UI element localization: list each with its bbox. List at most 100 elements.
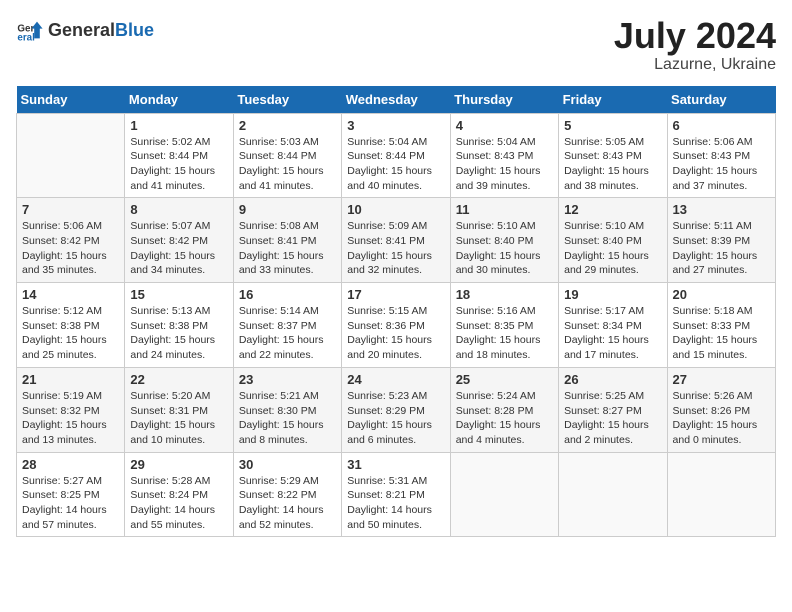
day-info: Sunrise: 5:20 AMSunset: 8:31 PMDaylight:… (130, 389, 227, 448)
logo: Gen eral General Blue (16, 16, 154, 44)
table-row (17, 113, 125, 198)
table-row: 6Sunrise: 5:06 AMSunset: 8:43 PMDaylight… (667, 113, 775, 198)
table-row: 18Sunrise: 5:16 AMSunset: 8:35 PMDayligh… (450, 283, 558, 368)
table-row: 23Sunrise: 5:21 AMSunset: 8:30 PMDayligh… (233, 367, 341, 452)
table-row: 22 Sunrise: 5:20 AMSunset: 8:31 PMDayligh… (125, 367, 233, 452)
day-number: 15 (130, 287, 227, 302)
day-number: 24 (347, 372, 444, 387)
day-number: 23 (239, 372, 336, 387)
col-tuesday: Tuesday (233, 86, 341, 114)
table-row: 27 Sunrise: 5:26 AMSunset: 8:26 PMDayligh… (667, 367, 775, 452)
col-monday: Monday (125, 86, 233, 114)
table-row: 11 Sunrise: 5:10 AMSunset: 8:40 PMDayligh… (450, 198, 558, 283)
table-row: 25 Sunrise: 5:24 AMSunset: 8:28 PMDayligh… (450, 367, 558, 452)
table-row: 30 Sunrise: 5:29 AMSunset: 8:22 PMDayligh… (233, 452, 341, 537)
day-info: Sunrise: 5:04 AMSunset: 8:43 PMDaylight:… (456, 135, 553, 194)
table-row: 4 Sunrise: 5:04 AMSunset: 8:43 PMDaylight… (450, 113, 558, 198)
day-number: 26 (564, 372, 661, 387)
day-info: Sunrise: 5:16 AMSunset: 8:35 PMDaylight:… (456, 304, 553, 363)
location-title: Lazurne, Ukraine (614, 56, 776, 74)
day-info: Sunrise: 5:23 AMSunset: 8:29 PMDaylight:… (347, 389, 444, 448)
day-info: Sunrise: 5:26 AMSunset: 8:26 PMDaylight:… (673, 389, 770, 448)
table-row: 21 Sunrise: 5:19 AMSunset: 8:32 PMDayligh… (17, 367, 125, 452)
table-row: 10 Sunrise: 5:09 AMSunset: 8:41 PMDayligh… (342, 198, 450, 283)
day-info: Sunrise: 5:08 AMSunset: 8:41 PMDaylight:… (239, 219, 336, 278)
col-sunday: Sunday (17, 86, 125, 114)
day-number: 25 (456, 372, 553, 387)
table-row (450, 452, 558, 537)
day-info: Sunrise: 5:07 AMSunset: 8:42 PMDaylight:… (130, 219, 227, 278)
day-info: Sunrise: 5:15 AMSunset: 8:36 PMDaylight:… (347, 304, 444, 363)
day-number: 27 (673, 372, 770, 387)
table-row: 3 Sunrise: 5:04 AMSunset: 8:44 PMDaylight… (342, 113, 450, 198)
table-row: 9 Sunrise: 5:08 AMSunset: 8:41 PMDaylight… (233, 198, 341, 283)
day-info: Sunrise: 5:13 AMSunset: 8:38 PMDaylight:… (130, 304, 227, 363)
day-number: 31 (347, 457, 444, 472)
day-info: Sunrise: 5:03 AMSunset: 8:44 PMDaylight:… (239, 135, 336, 194)
day-info: Sunrise: 5:10 AMSunset: 8:40 PMDaylight:… (456, 219, 553, 278)
day-info: Sunrise: 5:19 AMSunset: 8:32 PMDaylight:… (22, 389, 119, 448)
day-number: 21 (22, 372, 119, 387)
day-number: 7 (22, 202, 119, 217)
day-number: 14 (22, 287, 119, 302)
day-number: 1 (130, 118, 227, 133)
day-number: 17 (347, 287, 444, 302)
day-number: 6 (673, 118, 770, 133)
logo-general-text: General (48, 20, 115, 41)
table-row: 5Sunrise: 5:05 AMSunset: 8:43 PMDaylight… (559, 113, 667, 198)
table-row (667, 452, 775, 537)
day-number: 22 (130, 372, 227, 387)
day-number: 30 (239, 457, 336, 472)
day-info: Sunrise: 5:12 AMSunset: 8:38 PMDaylight:… (22, 304, 119, 363)
page-header: Gen eral General Blue July 2024 Lazurne,… (16, 16, 776, 74)
day-info: Sunrise: 5:28 AMSunset: 8:24 PMDaylight:… (130, 474, 227, 533)
day-info: Sunrise: 5:27 AMSunset: 8:25 PMDaylight:… (22, 474, 119, 533)
table-row: 17 Sunrise: 5:15 AMSunset: 8:36 PMDayligh… (342, 283, 450, 368)
calendar-week-row: 14 Sunrise: 5:12 AMSunset: 8:38 PMDayligh… (17, 283, 776, 368)
day-info: Sunrise: 5:18 AMSunset: 8:33 PMDaylight:… (673, 304, 770, 363)
day-info: Sunrise: 5:31 AMSunset: 8:21 PMDaylight:… (347, 474, 444, 533)
col-thursday: Thursday (450, 86, 558, 114)
table-row: 29 Sunrise: 5:28 AMSunset: 8:24 PMDayligh… (125, 452, 233, 537)
day-number: 4 (456, 118, 553, 133)
day-number: 19 (564, 287, 661, 302)
calendar-header-row: Sunday Monday Tuesday Wednesday Thursday… (17, 86, 776, 114)
day-number: 29 (130, 457, 227, 472)
day-number: 28 (22, 457, 119, 472)
table-row: 1 Sunrise: 5:02 AMSunset: 8:44 PMDaylight… (125, 113, 233, 198)
day-info: Sunrise: 5:11 AMSunset: 8:39 PMDaylight:… (673, 219, 770, 278)
day-number: 20 (673, 287, 770, 302)
table-row: 15 Sunrise: 5:13 AMSunset: 8:38 PMDayligh… (125, 283, 233, 368)
day-info: Sunrise: 5:06 AMSunset: 8:42 PMDaylight:… (22, 219, 119, 278)
day-number: 2 (239, 118, 336, 133)
table-row: 14 Sunrise: 5:12 AMSunset: 8:38 PMDayligh… (17, 283, 125, 368)
calendar-week-row: 1 Sunrise: 5:02 AMSunset: 8:44 PMDaylight… (17, 113, 776, 198)
day-info: Sunrise: 5:14 AMSunset: 8:37 PMDaylight:… (239, 304, 336, 363)
day-info: Sunrise: 5:02 AMSunset: 8:44 PMDaylight:… (130, 135, 227, 194)
day-info: Sunrise: 5:17 AMSunset: 8:34 PMDaylight:… (564, 304, 661, 363)
day-info: Sunrise: 5:09 AMSunset: 8:41 PMDaylight:… (347, 219, 444, 278)
day-number: 13 (673, 202, 770, 217)
calendar-table: Sunday Monday Tuesday Wednesday Thursday… (16, 86, 776, 538)
table-row: 24 Sunrise: 5:23 AMSunset: 8:29 PMDayligh… (342, 367, 450, 452)
day-info: Sunrise: 5:25 AMSunset: 8:27 PMDaylight:… (564, 389, 661, 448)
calendar-week-row: 7 Sunrise: 5:06 AMSunset: 8:42 PMDaylight… (17, 198, 776, 283)
logo-blue-text: Blue (115, 20, 154, 41)
table-row: 28 Sunrise: 5:27 AMSunset: 8:25 PMDayligh… (17, 452, 125, 537)
day-info: Sunrise: 5:29 AMSunset: 8:22 PMDaylight:… (239, 474, 336, 533)
day-number: 3 (347, 118, 444, 133)
table-row: 20 Sunrise: 5:18 AMSunset: 8:33 PMDayligh… (667, 283, 775, 368)
day-info: Sunrise: 5:24 AMSunset: 8:28 PMDaylight:… (456, 389, 553, 448)
logo-icon: Gen eral (16, 16, 44, 44)
day-number: 11 (456, 202, 553, 217)
day-info: Sunrise: 5:04 AMSunset: 8:44 PMDaylight:… (347, 135, 444, 194)
day-number: 10 (347, 202, 444, 217)
month-title: July 2024 (614, 16, 776, 56)
day-number: 9 (239, 202, 336, 217)
day-number: 8 (130, 202, 227, 217)
table-row: 12Sunrise: 5:10 AMSunset: 8:40 PMDayligh… (559, 198, 667, 283)
day-info: Sunrise: 5:05 AMSunset: 8:43 PMDaylight:… (564, 135, 661, 194)
table-row: 8 Sunrise: 5:07 AMSunset: 8:42 PMDaylight… (125, 198, 233, 283)
calendar-week-row: 21 Sunrise: 5:19 AMSunset: 8:32 PMDayligh… (17, 367, 776, 452)
table-row: 31 Sunrise: 5:31 AMSunset: 8:21 PMDayligh… (342, 452, 450, 537)
